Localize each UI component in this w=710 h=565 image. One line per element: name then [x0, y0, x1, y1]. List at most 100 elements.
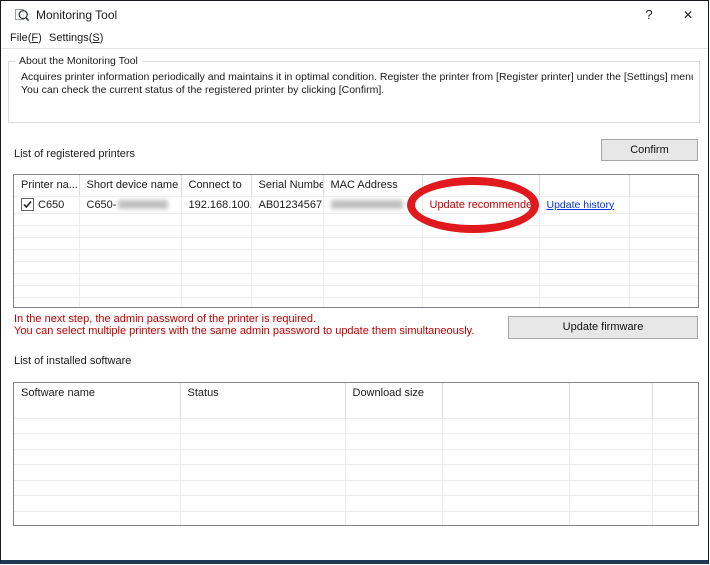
empty-row — [14, 449, 698, 465]
registered-printers-label: List of registered printers — [14, 148, 135, 160]
printer-row-c650[interactable]: C650 C650- 192.168.100... AB01234567 Upd… — [14, 196, 698, 213]
menu-file-label: File( — [10, 32, 31, 44]
col-download-size[interactable]: Download size — [345, 383, 442, 418]
empty-cell — [323, 225, 422, 237]
update-status-value: Update recommended — [422, 196, 539, 213]
empty-cell — [652, 480, 698, 496]
empty-row — [14, 249, 698, 261]
menu-settings-accesskey: S — [92, 32, 99, 44]
menu-file[interactable]: File(F) — [5, 29, 47, 48]
empty-cell — [323, 213, 422, 225]
empty-cell — [181, 261, 251, 273]
printers-table-header: Printer na... Short device name Connect … — [14, 175, 698, 196]
about-text-line2: You can check the current status of the … — [21, 84, 693, 96]
empty-cell — [14, 449, 180, 465]
empty-cell — [14, 434, 180, 450]
col-software-name[interactable]: Software name — [14, 383, 180, 418]
empty-cell — [79, 225, 181, 237]
empty-cell — [251, 225, 323, 237]
printer-checkbox-checked[interactable] — [21, 198, 34, 211]
serial-number-value: AB01234567 — [251, 196, 323, 213]
col-printer-name[interactable]: Printer na... — [14, 175, 79, 196]
col-extra[interactable] — [442, 383, 569, 418]
help-button[interactable]: ? — [634, 4, 664, 26]
empty-cell — [569, 449, 652, 465]
empty-row — [14, 418, 698, 434]
empty-cell — [79, 213, 181, 225]
empty-cell — [442, 496, 569, 512]
menu-bar: File(F) Settings(S) — [2, 29, 708, 49]
empty-cell — [442, 480, 569, 496]
empty-cell — [79, 285, 181, 297]
menu-settings-label: Settings( — [49, 32, 92, 44]
col-history[interactable] — [539, 175, 629, 196]
empty-cell — [539, 237, 629, 249]
col-serial-number[interactable]: Serial Number — [251, 175, 323, 196]
software-table-header: Software name Status Download size — [14, 383, 698, 418]
empty-cell — [569, 511, 652, 526]
col-short-device-name[interactable]: Short device name — [79, 175, 181, 196]
empty-cell — [629, 285, 698, 297]
confirm-button[interactable]: Confirm — [601, 139, 698, 161]
redacted-mac-address — [331, 200, 403, 209]
menu-settings[interactable]: Settings(S) — [44, 29, 108, 48]
close-button[interactable]: ✕ — [673, 4, 703, 26]
empty-cell — [181, 273, 251, 285]
empty-cell — [251, 237, 323, 249]
empty-cell — [442, 434, 569, 450]
empty-cell — [181, 249, 251, 261]
empty-cell — [422, 297, 539, 308]
empty-cell — [323, 273, 422, 285]
installed-software-table: Software name Status Download size — [13, 382, 699, 526]
col-connect-to[interactable]: Connect to — [181, 175, 251, 196]
col-software-status[interactable]: Status — [180, 383, 345, 418]
update-history-link[interactable]: Update history — [547, 199, 615, 211]
empty-cell — [14, 496, 180, 512]
col-extra[interactable] — [569, 383, 652, 418]
empty-cell — [652, 434, 698, 450]
admin-password-note-line1: In the next step, the admin password of … — [14, 313, 316, 325]
empty-row — [14, 237, 698, 249]
empty-cell — [251, 213, 323, 225]
empty-row — [14, 213, 698, 225]
empty-cell — [442, 511, 569, 526]
empty-cell — [539, 261, 629, 273]
installed-software-label: List of installed software — [14, 355, 131, 367]
col-status[interactable] — [422, 175, 539, 196]
empty-cell — [251, 261, 323, 273]
empty-cell — [323, 297, 422, 308]
update-firmware-button[interactable]: Update firmware — [508, 316, 698, 339]
registered-printers-table: Printer na... Short device name Connect … — [13, 174, 699, 308]
empty-cell — [14, 249, 79, 261]
empty-cell — [14, 511, 180, 526]
empty-cell — [345, 418, 442, 434]
empty-cell — [180, 480, 345, 496]
empty-cell — [14, 237, 79, 249]
empty-cell — [180, 449, 345, 465]
col-extra[interactable] — [629, 175, 698, 196]
monitoring-tool-window: Monitoring Tool ? ✕ File(F) Settings(S) … — [0, 0, 709, 564]
empty-cell — [569, 418, 652, 434]
col-extra[interactable] — [652, 383, 698, 418]
empty-cell — [569, 496, 652, 512]
empty-cell — [422, 213, 539, 225]
empty-cell — [442, 418, 569, 434]
empty-cell — [181, 237, 251, 249]
empty-cell — [569, 434, 652, 450]
empty-cell — [539, 249, 629, 261]
printer-name: C650 — [38, 199, 64, 211]
col-mac-address[interactable]: MAC Address — [323, 175, 422, 196]
empty-row — [14, 273, 698, 285]
empty-cell — [345, 496, 442, 512]
empty-cell — [422, 261, 539, 273]
empty-cell — [323, 285, 422, 297]
empty-cell — [79, 237, 181, 249]
empty-row — [14, 261, 698, 273]
empty-cell — [539, 273, 629, 285]
empty-cell — [652, 511, 698, 526]
empty-cell — [629, 261, 698, 273]
empty-cell — [422, 249, 539, 261]
empty-cell — [345, 480, 442, 496]
empty-cell — [14, 285, 79, 297]
empty-cell — [345, 449, 442, 465]
